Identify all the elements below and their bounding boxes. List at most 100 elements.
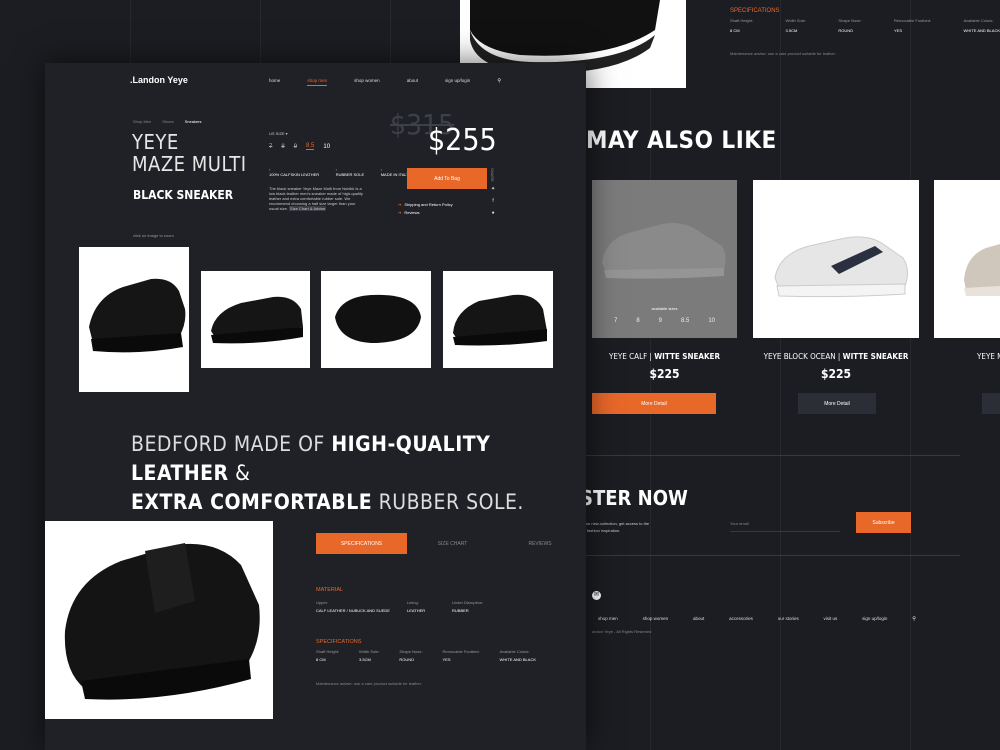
size-label[interactable]: US SIZE ▾ [269,131,288,136]
footer-link[interactable]: sign up/login [862,616,887,622]
specs-row: Shaft Height: 8 CM Width Sole: 3.5CM Shape… [316,649,536,662]
also-like-title: MAY ALSO LIKE [586,126,777,154]
thumbnail-2[interactable] [201,271,310,368]
spec-label: Shape Nose: [838,18,862,23]
feature-item: ▪ RUBBER SOLE [335,167,365,177]
breadcrumb: Shop Men Shoes Sneakers [133,119,201,124]
spec-value: ROUND [399,657,415,662]
available-sizes-label: available sizes [651,306,678,311]
size-chart-link[interactable]: Size Chart & Advise [289,206,327,211]
material-title: MATERIAL [316,587,344,593]
tab-reviews[interactable]: REVIEWS [498,533,582,554]
nav-about[interactable]: about [407,78,418,86]
breadcrumb-item[interactable]: Sneakers [185,119,202,124]
spec-label: Shaft Height: [730,18,754,23]
current-price: $255 [428,123,497,158]
maintenance-top: Maintenance advise: use a care product s… [730,51,836,56]
nav-shop-men[interactable]: shop men [307,78,328,86]
email-input[interactable]: Your email [730,521,749,526]
footer-link[interactable]: about [693,616,704,622]
size-option[interactable]: 8.5 [681,318,689,324]
thumbnail-4[interactable] [443,271,553,368]
sneaker-image [774,236,909,298]
subscribe-button[interactable]: Subscribe [856,512,911,533]
sneaker-image [964,244,1000,296]
size-option[interactable]: 10 [323,144,330,150]
product-card-2[interactable] [753,180,919,338]
size-selector: 7 8 9 8.5 10 [269,143,330,150]
sneaker-image [89,278,186,353]
add-to-bag-button[interactable]: Add To Bag [407,168,487,189]
search-icon[interactable]: ⚲ [497,78,501,86]
page-root: { "brand": ".Landon Yeye", "nav": {"home… [0,0,1000,750]
more-detail-button[interactable]: More Detail [592,393,716,414]
size-option[interactable]: 7 [269,144,272,150]
spec-value: WHITE AND BLACK [963,28,1000,33]
material-label: Under Disruption: [452,600,484,605]
specs-row-top: Shaft Height: 8 CM Width Sole: 3.5CM Shape… [730,18,1000,33]
spec-label: Width Sole: [359,649,380,654]
reviews-link[interactable]: ➔ Reviews [398,210,419,215]
material-label: Upper: [316,600,329,605]
feature-headline: BEDFORD MADE OF HIGH-QUALITY LEATHER & E… [131,432,524,514]
product-card-1-name: YEYE CALF | WITTE SNEAKER [608,352,721,361]
specs-title: SPECIFICATIONS [316,639,362,645]
footer-link[interactable]: visit us [824,616,838,622]
spec-value: 8 CM [316,657,326,662]
nav-shop-women[interactable]: shop women [354,78,380,86]
tab-bar: SPECIFICATIONS SIZE CHART REVIEWS [316,533,582,554]
product-card-2-price: $225 [820,367,852,381]
product-card-1[interactable]: available sizes 7 8 9 8.5 10 [592,180,737,338]
size-option[interactable]: 9 [659,318,662,324]
spec-label: Available Colors: [963,18,994,23]
spec-value: 8 CM [730,28,740,33]
product-card-3[interactable] [934,180,1000,338]
product-image-large [45,521,273,719]
spec-label: Width Sole: [785,18,806,23]
messenger-icon[interactable]: ✉ [592,591,601,600]
size-list: 7 8 9 8.5 10 [614,318,715,324]
tab-size-chart[interactable]: SIZE CHART [407,533,498,554]
spec-value: 3.5CM [359,657,371,662]
product-card-1-price: $225 [649,367,680,381]
more-detail-button[interactable]: More Detail [798,393,876,414]
size-option[interactable]: 9 [294,144,297,150]
footer-link[interactable]: shop women [643,616,669,622]
tab-specifications[interactable]: SPECIFICATIONS [316,533,407,554]
material-label: Lining: [407,600,419,605]
spec-label: Available Colors: [499,649,530,654]
divider [580,555,960,556]
nav-home[interactable]: home [269,78,280,86]
thumbnail-3[interactable] [321,271,431,368]
maintenance-note: Maintenance advise: use a care product s… [316,681,422,686]
size-option-selected[interactable]: 8.5 [306,143,315,150]
spec-value: YES [893,28,902,33]
brand-logo[interactable]: .Landon Yeye [130,75,188,85]
twitter-icon[interactable]: ✦ [491,183,495,195]
material-value: LEATHER [407,608,426,613]
main-nav: home shop men shop women about sign up/l… [269,78,501,86]
feature-item: ▪ MADE IN ITALY [380,167,409,177]
size-option[interactable]: 8 [636,318,639,324]
footer-link[interactable]: accessories [729,616,753,622]
breadcrumb-item[interactable]: Shop Men [133,119,151,124]
facebook-icon[interactable]: f [491,195,495,207]
spec-value: 3.5CM [785,28,798,33]
nav-signup[interactable]: sign up/login [445,78,470,86]
zoom-hint: click on image to zoom [133,233,174,238]
size-option[interactable]: 7 [614,318,617,324]
footer-link[interactable]: shop men [598,616,618,622]
size-option[interactable]: 10 [708,318,715,324]
size-option[interactable]: 8 [281,144,284,150]
more-detail-button[interactable] [982,393,1000,414]
search-icon[interactable]: ⚲ [912,616,916,622]
register-text: fashion inspiration. [587,528,621,533]
thumbnail-1[interactable] [79,247,189,392]
messenger-icon[interactable]: ● [491,207,495,219]
shipping-link[interactable]: ➔ Shipping and Return Policy [398,202,453,207]
footer-link[interactable]: our stories [778,616,799,622]
breadcrumb-item[interactable]: Shoes [162,119,173,124]
spec-label: Shape Nose: [399,649,423,654]
spec-value: WHITE AND BLACK [499,657,536,662]
spec-value: ROUND [838,28,854,33]
